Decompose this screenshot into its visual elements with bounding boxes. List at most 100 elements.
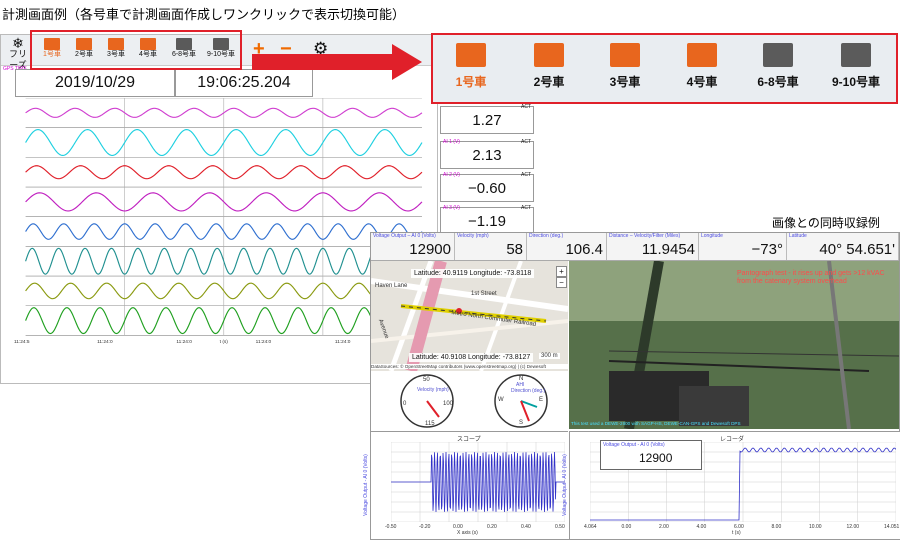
readout-2: AI 1 (V) ACT 2.13 — [440, 139, 534, 169]
plot-x-tick: 11:24:0 — [176, 339, 192, 345]
zoom-car-button-label: 1号車 — [455, 75, 487, 89]
readout-value: −0.60 — [468, 180, 506, 197]
recorder-x-tick: 14.051 — [884, 524, 900, 530]
recorder-x-tick: 8.00 — [771, 524, 782, 530]
map-street-3: Haven Lane — [375, 283, 408, 289]
snowflake-icon: ❄ — [12, 35, 24, 51]
metric-value: 40° 54.651' — [819, 241, 895, 258]
video-annotation: Pantograph test - it rises up and gets >… — [737, 270, 885, 285]
readout-value: 1.27 — [472, 112, 502, 129]
gauges-panel: Velocity (mph) 0 50 100 115 AHI Directio… — [371, 371, 568, 429]
zoom-car-button-label: 6-8号車 — [757, 75, 799, 89]
freeze-button[interactable]: ❄ フリーズ — [7, 35, 29, 70]
plot-x-tick: 11:24:0 — [335, 339, 351, 345]
waveform-icon — [534, 43, 564, 67]
waveform-icon — [456, 43, 486, 67]
metric-1: Voltage Output – AI 0 (Volts) 12900 — [371, 233, 455, 260]
metric-tag: Velocity (mph) — [457, 233, 489, 239]
metric-value: 58 — [506, 241, 523, 258]
map-scale: 300 m — [539, 353, 560, 359]
scope-x-tick: -0.20 — [419, 524, 431, 530]
map-credit: DataSources: © OpenStreetMap contributor… — [371, 364, 568, 369]
metric-tag: Direction (deg.) — [529, 233, 564, 239]
sine-wave-icon — [763, 43, 793, 67]
metric-6: Latitude 40° 54.651' — [787, 233, 899, 260]
gauge-direction-w: W — [498, 397, 504, 403]
recorder-value-box: Voltage Output - AI 0 (Volts) 12900 — [600, 440, 702, 470]
sine-wave-icon — [841, 43, 871, 67]
recorder-channel: Voltage Output - AI 0 (Volts) — [603, 442, 665, 448]
video-panel[interactable]: Pantograph test - it rises up and gets >… — [569, 261, 899, 429]
readout-value: 2.13 — [472, 147, 502, 164]
gauge-direction-title: Direction (deg.) — [511, 388, 546, 394]
date-display: 2019/10/29 — [15, 69, 175, 97]
metric-value: 11.9454 — [641, 241, 695, 258]
readout-value: −1.19 — [468, 213, 506, 230]
arrow-right-icon — [252, 44, 422, 80]
recording-view: Voltage Output – AI 0 (Volts) 12900 Veloci… — [363, 232, 900, 540]
recorder-x-tick: 0.00 — [621, 524, 632, 530]
zoom-car-button-2[interactable]: 2号車 — [515, 43, 583, 93]
plot-x-tick: 11:24:0 — [256, 339, 272, 345]
caption-measurement-screen: 計測画面例（各号車で計測画面作成しワンクリックで表示切換可能） — [2, 7, 406, 22]
zoom-car-button-3[interactable]: 3号車 — [591, 43, 659, 93]
caption-recording: 画像との同時収録例 — [772, 216, 880, 230]
metric-2: Velocity (mph) 58 — [455, 233, 527, 260]
waveform-icon — [687, 43, 717, 67]
recorder-value: 12900 — [639, 451, 673, 465]
metric-tag: Latitude — [789, 233, 807, 239]
zoom-car-button-4[interactable]: 4号車 — [668, 43, 736, 93]
metric-value: 106.4 — [565, 241, 603, 258]
recorder-x-tick: 12.00 — [846, 524, 860, 530]
zoom-car-button-label: 4号車 — [686, 75, 718, 89]
recorder-x-tick: 4.064 — [584, 524, 597, 530]
readout-label: AI 1 (V) — [443, 139, 460, 145]
zoom-in-button[interactable]: + — [556, 266, 567, 277]
gauge-direction-s: S — [519, 420, 524, 426]
recorder-x-tick: 2.00 — [659, 524, 669, 530]
readout-3: AI 2 (V) ACT −0.60 — [440, 172, 534, 202]
gauge-direction-e: E — [539, 397, 544, 403]
scope-x-tick: 0.40 — [521, 524, 531, 530]
zoomed-toolbar: 1号車 2号車 3号車 4号車 6-8号車 9-10号車 — [431, 33, 898, 104]
recorder-x-tick: 10.00 — [809, 524, 822, 530]
zoom-out-button[interactable]: − — [556, 277, 567, 288]
recorder-x-tick: 4.00 — [696, 524, 707, 530]
recorder-xlabel: t (s) — [732, 530, 741, 536]
zoom-car-button-1[interactable]: 1号車 — [437, 43, 505, 93]
metric-tag: Longitude — [701, 233, 723, 239]
plot-x-tick: 11:24:0 — [97, 339, 113, 345]
highlight-frame — [30, 30, 242, 70]
metrics-bar: Voltage Output – AI 0 (Volts) 12900 Veloci… — [371, 233, 899, 292]
map-top-coords: Latitude: 40.9119 Longitude: -73.8118 — [411, 269, 535, 278]
metric-tag: Voltage Output – AI 0 (Volts) — [373, 233, 436, 239]
scope-chart — [391, 442, 565, 522]
readout-label: AI 3 (V) — [443, 205, 460, 211]
zoom-car-button-label: 3号車 — [609, 75, 641, 89]
gauge-velocity-tick-3: 115 — [425, 421, 435, 427]
readout-act: ACT — [521, 139, 531, 145]
readout-act: ACT — [521, 172, 531, 178]
waveform-icon — [610, 43, 640, 67]
zoom-car-button-label: 9-10号車 — [831, 75, 881, 89]
readout-1: ACT 1.27 — [440, 104, 534, 134]
metric-value: 12900 — [409, 241, 451, 258]
scope-ylabel: Voltage Output - AI 0 (Volts) — [362, 454, 369, 516]
gauge-velocity-tick-1: 50 — [423, 377, 430, 383]
scope-panel: スコープ Voltage Output - AI 0 (Volts) -0.50… — [363, 431, 568, 539]
recorder-ylabel: Voltage Output - AI 0 (Volts) — [561, 454, 568, 516]
readout-act: ACT — [521, 205, 531, 211]
zoom-car-button-5[interactable]: 6-8号車 — [744, 43, 812, 93]
metric-3: Direction (deg.) 106.4 — [527, 233, 607, 260]
video-footer: This test used a DEWE-2600 with SAGP-HS,… — [571, 421, 741, 426]
gauge-velocity-tick-2: 100 — [443, 401, 454, 407]
metric-5: Longitude−73° 48.763' — [699, 233, 787, 292]
zoom-car-button-label: 2号車 — [533, 75, 565, 89]
scope-x-tick: -0.50 — [385, 524, 397, 530]
readout-4: AI 3 (V) ACT −1.19 — [440, 205, 534, 235]
zoom-car-button-6[interactable]: 9-10号車 — [822, 43, 890, 93]
gauge-velocity-title: Velocity (mph) — [417, 387, 449, 393]
map-panel[interactable]: Latitude: 40.9119 Longitude: -73.8118 Me… — [371, 261, 568, 371]
plot-time-start: 11:24:5 — [14, 339, 30, 345]
recorder-panel: レコーダ Voltage Output - AI 0 (Volts) Volta… — [562, 431, 900, 539]
